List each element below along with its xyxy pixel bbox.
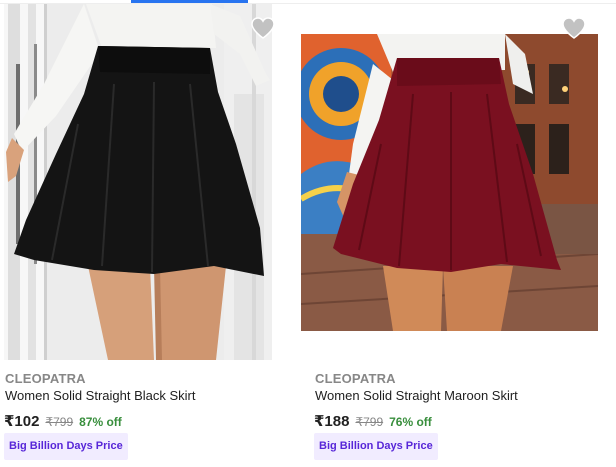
discount-label: 87% off [79,415,122,429]
product-brand: CLEOPATRA [5,371,86,386]
selling-price: ₹102 [4,413,40,430]
product-card[interactable]: CLEOPATRA Women Solid Straight Maroon Sk… [300,4,616,467]
product-title[interactable]: Women Solid Straight Black Skirt [5,388,196,403]
price-row: ₹188 ₹799 76% off [314,412,432,432]
heart-icon[interactable] [250,16,276,40]
product-image[interactable] [301,34,598,331]
heart-icon[interactable] [561,16,587,40]
sale-badge: Big Billion Days Price [314,433,438,460]
product-card[interactable]: CLEOPATRA Women Solid Straight Black Ski… [0,4,300,467]
selling-price: ₹188 [314,413,350,430]
discount-label: 76% off [389,415,432,429]
original-price: ₹799 [355,415,384,429]
product-grid: CLEOPATRA Women Solid Straight Black Ski… [0,4,616,467]
product-brand: CLEOPATRA [315,371,396,386]
price-row: ₹102 ₹799 87% off [4,412,122,432]
product-image[interactable] [4,4,272,360]
sale-badge: Big Billion Days Price [4,433,128,460]
product-title[interactable]: Women Solid Straight Maroon Skirt [315,388,518,403]
original-price: ₹799 [45,415,74,429]
